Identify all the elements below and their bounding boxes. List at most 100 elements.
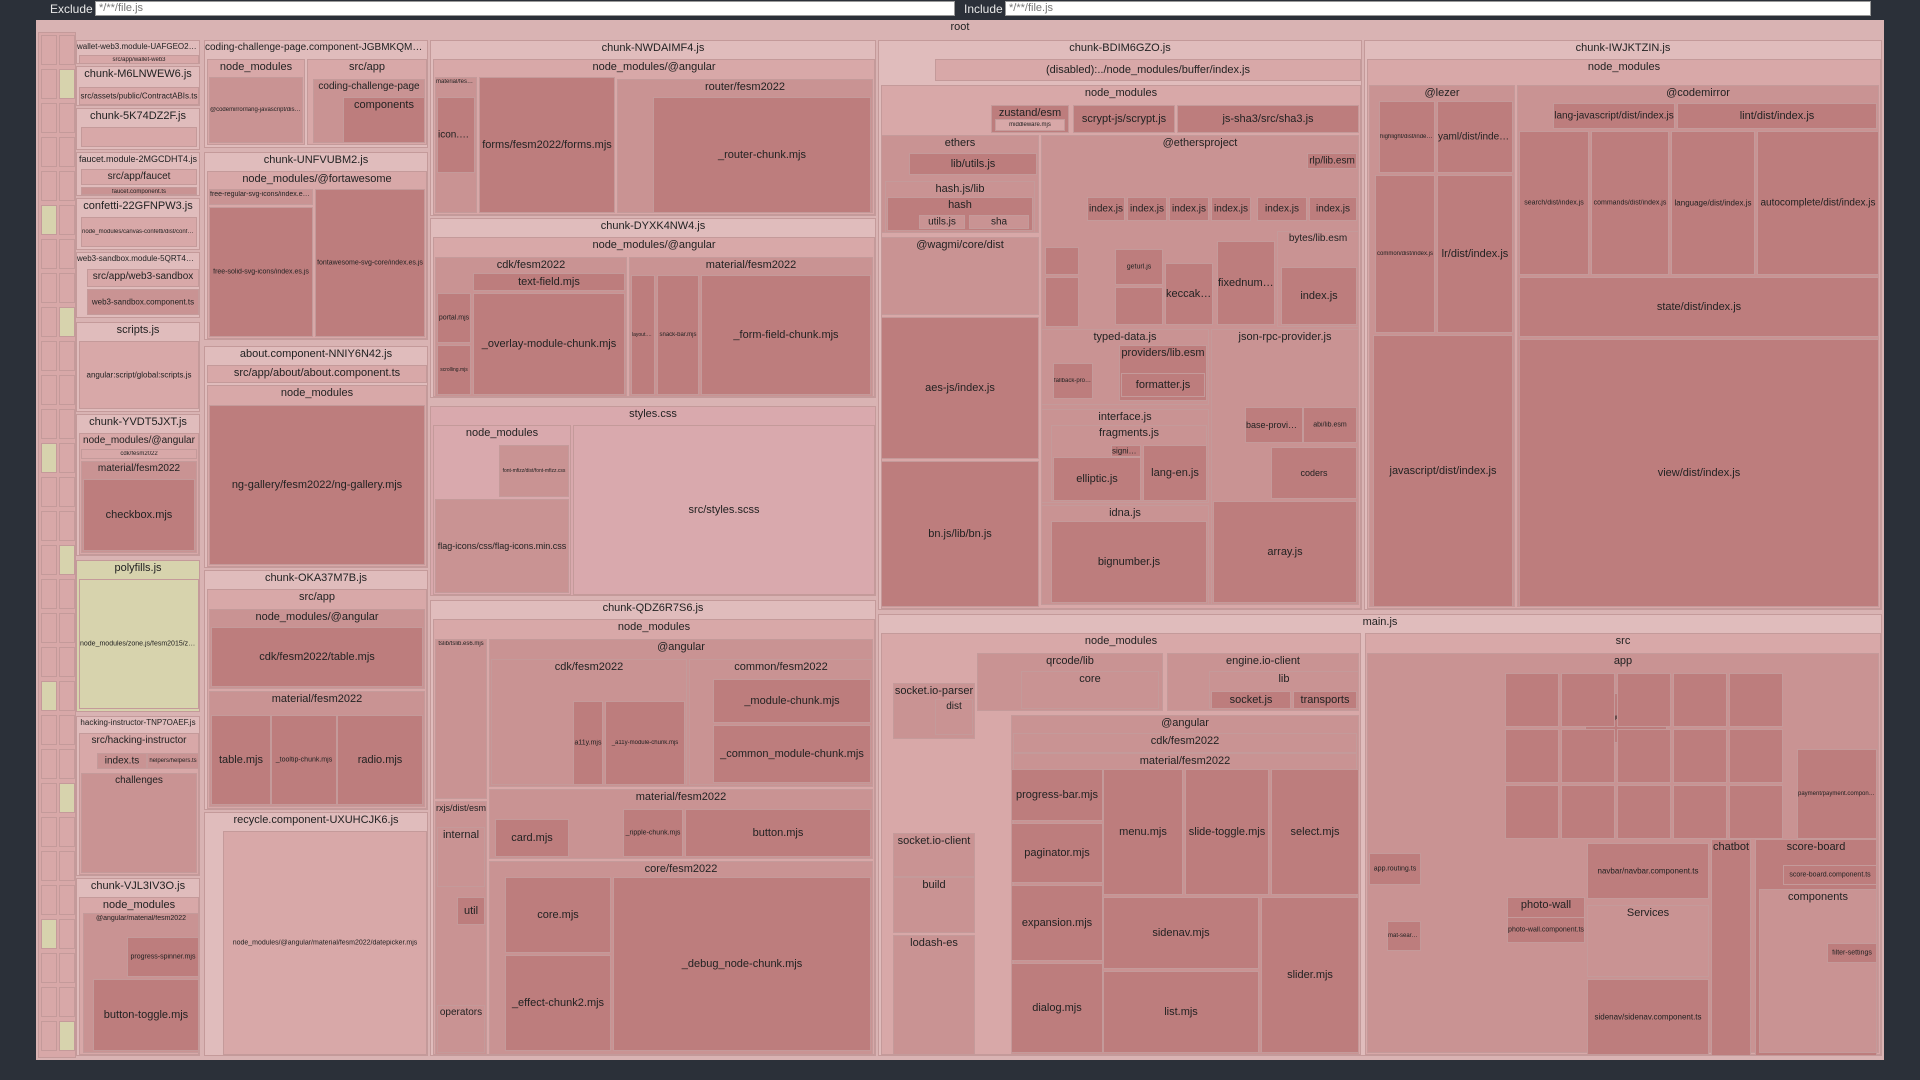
module-21-6[interactable]: common/dist/index.js xyxy=(1375,175,1435,333)
module-14-2[interactable]: cdk/fesm2022/table.mjs xyxy=(211,627,423,687)
module-21-15[interactable]: view/dist/index.js xyxy=(1519,339,1879,607)
small-module[interactable] xyxy=(59,205,75,235)
module-20-40[interactable]: fixednumber.js xyxy=(1217,241,1275,325)
module-13-2[interactable]: ng-gallery/fesm2022/ng-gallery.mjs xyxy=(209,405,425,565)
small-module[interactable] xyxy=(59,375,75,405)
app-module[interactable] xyxy=(1729,673,1783,727)
module-20-17[interactable]: index.js xyxy=(1281,267,1357,325)
module-17-2[interactable]: text-field.mjs xyxy=(473,273,625,291)
module-20-29[interactable]: base-provider.js xyxy=(1245,407,1303,443)
app-module[interactable] xyxy=(1505,729,1559,783)
module-22-28[interactable]: mat-search-bar xyxy=(1387,921,1421,951)
module-17-5[interactable]: _overlay-module-chunk.mjs xyxy=(473,293,625,395)
small-module[interactable] xyxy=(59,579,75,609)
module-18-2[interactable]: font-mfizz/dist/font-mfizz.css xyxy=(499,445,569,497)
module-20-44[interactable] xyxy=(1045,277,1079,327)
small-module[interactable] xyxy=(41,1021,57,1051)
module-20-12[interactable]: @wagmi/core/dist xyxy=(881,237,1039,315)
module-19-7[interactable]: _a11y-module-chunk.mjs xyxy=(605,701,685,785)
module-22-8[interactable]: dist xyxy=(935,699,973,735)
module-20-43[interactable] xyxy=(1115,287,1163,325)
module-22-21[interactable]: list.mjs xyxy=(1103,971,1259,1053)
module-20-17[interactable]: index.js xyxy=(1127,197,1167,221)
module-20-32[interactable]: array.js xyxy=(1213,501,1357,603)
module-11-3[interactable]: components xyxy=(343,97,425,143)
app-module[interactable] xyxy=(1673,785,1727,839)
module-0-0[interactable]: src/app/wallet-web3 xyxy=(79,55,199,63)
treemap[interactable]: root wallet-web3.module-UAFGEO2L.js src/a… xyxy=(36,20,1884,1060)
module-18-3[interactable]: src/styles.scss xyxy=(573,425,875,595)
module-20-27[interactable]: fallback-provider.js xyxy=(1053,363,1093,399)
module-20-26[interactable]: formatter.js xyxy=(1121,373,1205,397)
module-10-3[interactable]: button-toggle.mjs xyxy=(93,979,199,1051)
module-21-2[interactable]: yaml/dist/index.js xyxy=(1437,101,1513,173)
app-module[interactable] xyxy=(1617,729,1671,783)
chunk-16[interactable]: chunk-NWDAIMF4.js node_modules/@angular ma… xyxy=(430,40,876,216)
chunk-17[interactable]: chunk-DYXK4NW4.js node_modules/@angular cd… xyxy=(430,218,876,398)
module-22-12[interactable]: progress-bar.mjs xyxy=(1011,769,1103,821)
small-module[interactable] xyxy=(41,749,57,779)
module-17-9[interactable]: layout.mjs xyxy=(631,275,655,395)
small-module[interactable] xyxy=(41,817,57,847)
module-17-7[interactable]: snack-bar.mjs xyxy=(657,275,699,395)
module-14-5[interactable]: _tooltip-chunk.mjs xyxy=(271,715,337,805)
module-21-9[interactable]: lint/dist/index.js xyxy=(1677,103,1877,129)
small-module[interactable] xyxy=(41,987,57,1017)
module-20-17[interactable]: index.js xyxy=(1169,197,1209,221)
module-19-4[interactable]: _module-chunk.mjs xyxy=(713,679,871,723)
module-20-3[interactable]: middleware.mjs xyxy=(995,119,1065,131)
module-7-3[interactable]: checkbox.mjs xyxy=(83,479,195,551)
chunk-6[interactable]: scripts.js angular:script/global:scripts.… xyxy=(76,322,200,412)
small-module[interactable] xyxy=(59,851,75,881)
module-22-38[interactable]: sidenav/sidenav.component.ts xyxy=(1587,979,1709,1055)
module-19-19[interactable]: _debug_node-chunk.mjs xyxy=(613,877,871,1051)
app-module[interactable] xyxy=(1617,785,1671,839)
module-19-6[interactable]: a11y.mjs xyxy=(573,701,603,785)
module-20-16[interactable]: rlp/lib.esm xyxy=(1307,153,1357,169)
small-module[interactable] xyxy=(41,205,57,235)
module-11-4[interactable]: @codemirror/lang-javascript/dist/index.j… xyxy=(209,77,303,143)
small-module[interactable] xyxy=(59,953,75,983)
module-20-17[interactable]: index.js xyxy=(1309,197,1357,221)
module-19-12[interactable]: button.mjs xyxy=(685,809,871,857)
small-module[interactable] xyxy=(59,783,75,813)
small-module[interactable] xyxy=(59,647,75,677)
small-module[interactable] xyxy=(59,443,75,473)
module-8-0[interactable]: node_modules/zone.js/fesm2015/zone.js xyxy=(79,579,199,709)
small-module[interactable] xyxy=(59,103,75,133)
app-module[interactable] xyxy=(1561,729,1615,783)
small-module[interactable] xyxy=(41,171,57,201)
module-21-11[interactable]: commands/dist/index.js xyxy=(1591,131,1669,275)
module-21-13[interactable]: autocomplete/dist/index.js xyxy=(1757,131,1879,275)
small-module[interactable] xyxy=(41,851,57,881)
small-module[interactable] xyxy=(41,409,57,439)
module-22-40[interactable]: payment/payment.component.ts xyxy=(1797,749,1877,839)
module-20-11[interactable]: sha xyxy=(969,215,1029,229)
include-input[interactable] xyxy=(1005,1,1871,16)
module-22-23[interactable]: build xyxy=(893,877,975,933)
module-5-0[interactable]: src/app/web3-sandbox xyxy=(87,269,199,287)
small-module[interactable] xyxy=(41,35,57,65)
module-22-36[interactable]: photo-wall.component.ts xyxy=(1507,917,1585,943)
module-20-17[interactable]: index.js xyxy=(1211,197,1251,221)
module-3-0[interactable]: src/app/faucet xyxy=(81,169,197,185)
small-module[interactable] xyxy=(41,69,57,99)
module-22-33[interactable]: components xyxy=(1759,889,1877,1053)
chunk-18[interactable]: styles.css node_modules font-mfizz/dist/fo… xyxy=(430,406,876,596)
module-9-3[interactable]: challenges xyxy=(81,773,197,873)
module-10-2[interactable]: progress-spinner.mjs xyxy=(127,937,199,977)
module-20-31[interactable]: coders xyxy=(1271,447,1357,499)
module-22-17[interactable]: sidenav.mjs xyxy=(1103,897,1259,969)
module-6-0[interactable]: angular:script/global:scripts.js xyxy=(79,341,199,409)
chunk-4[interactable]: confetti-22GFNPW3.js node_modules/canvas-… xyxy=(76,198,200,250)
app-module[interactable] xyxy=(1505,785,1559,839)
small-module[interactable] xyxy=(59,69,75,99)
module-22-5[interactable]: socket.js xyxy=(1211,691,1291,709)
module-5k74-inner[interactable] xyxy=(81,127,197,147)
module-9-1[interactable]: index.ts xyxy=(97,753,147,769)
module-19-18[interactable]: core.mjs xyxy=(505,877,611,953)
chunk-8[interactable]: polyfills.js node_modules/zone.js/fesm201… xyxy=(76,560,200,712)
module-22-32[interactable]: score-board.component.ts xyxy=(1783,865,1877,885)
chunk-11[interactable]: coding-challenge-page.component-JGBMKQMB… xyxy=(204,40,428,148)
small-module[interactable] xyxy=(59,307,75,337)
